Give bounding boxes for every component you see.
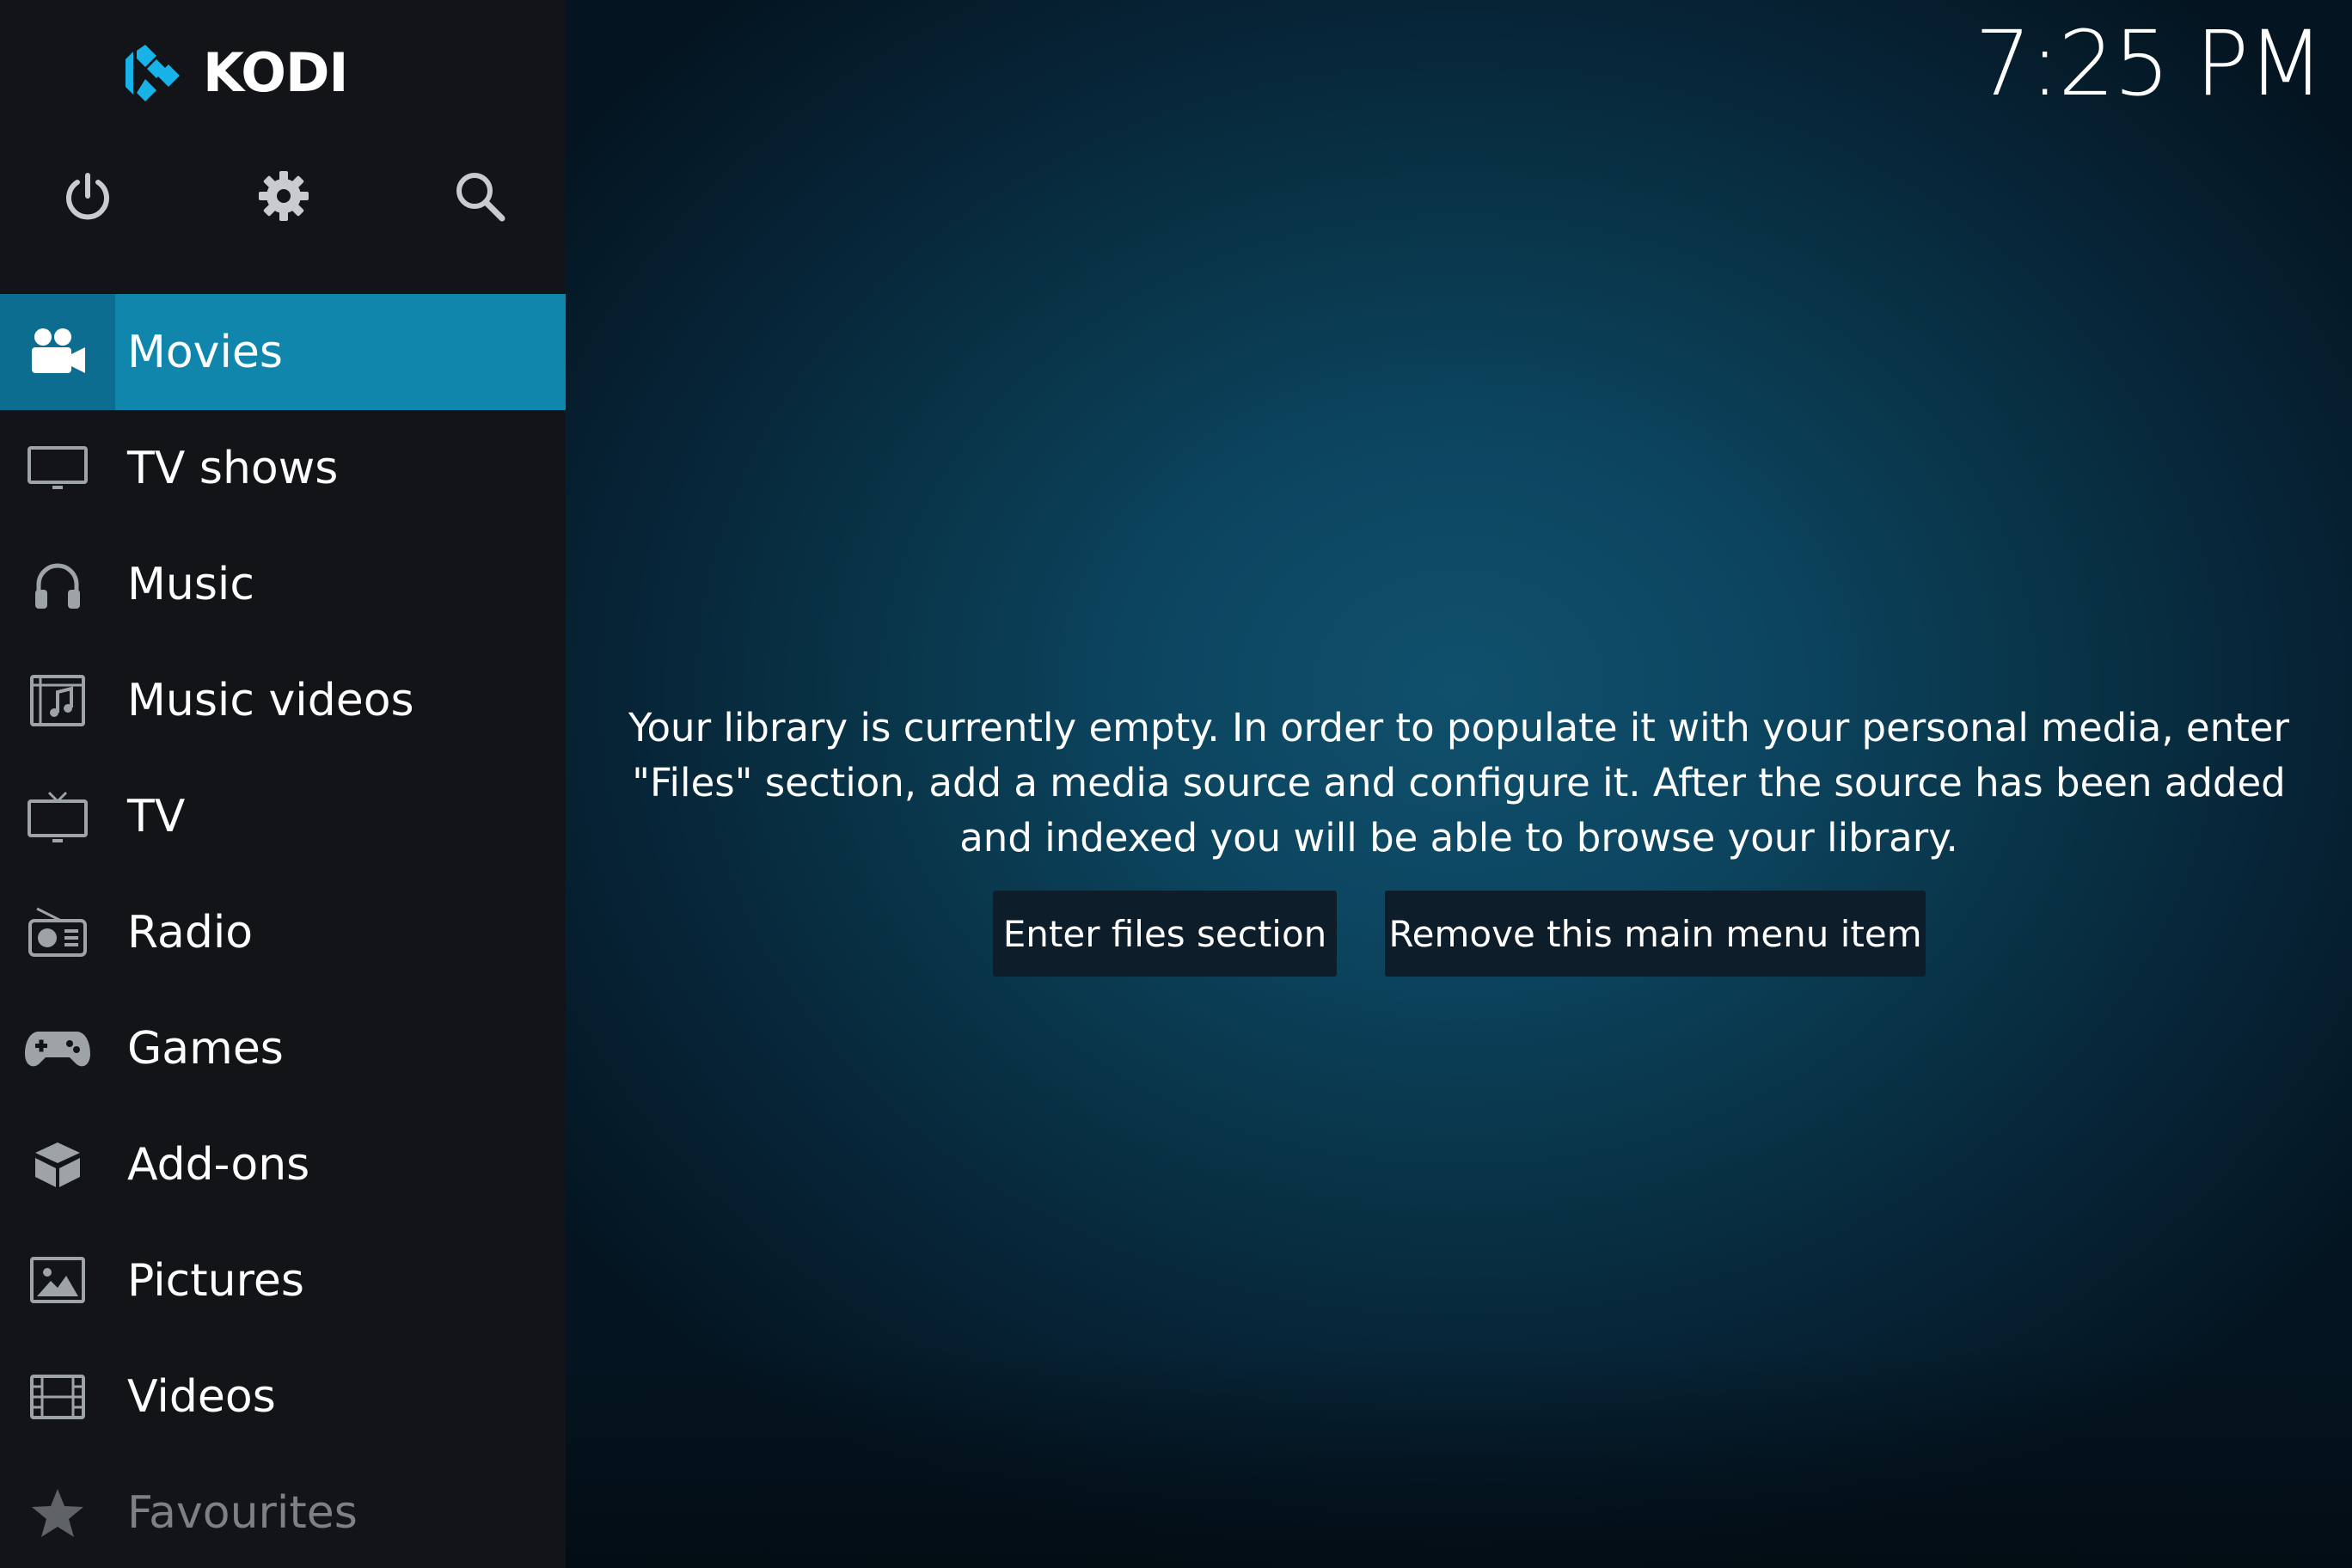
menu-item-label: Favourites [127, 1486, 358, 1539]
menu-item-pictures[interactable]: Pictures [0, 1222, 566, 1338]
bottom-shade [566, 1344, 2352, 1568]
film-icon [30, 1374, 85, 1419]
power-button[interactable] [46, 155, 129, 237]
menu-item-movies[interactable]: Movies [0, 294, 566, 410]
menu-item-games[interactable]: Games [0, 990, 566, 1106]
clock: 7:25 PM [1974, 11, 2324, 116]
kodi-home-screen: KODI Movies TV shows Music Music videos … [0, 0, 2352, 1568]
menu-item-label: Movies [127, 326, 283, 378]
enter-files-button[interactable]: Enter files section [993, 891, 1337, 977]
menu-item-music[interactable]: Music [0, 526, 566, 642]
movie-camera-icon [32, 328, 85, 373]
power-icon [66, 173, 109, 220]
menu-item-label: Radio [127, 906, 254, 959]
addons-box-icon [35, 1142, 80, 1187]
music-video-icon [30, 674, 85, 726]
menu-item-label: TV [127, 790, 186, 842]
empty-library-message: Your library is currently empty. In orde… [628, 705, 2289, 861]
action-buttons: Enter files section Remove this main men… [993, 891, 1926, 977]
menu-item-videos[interactable]: Videos [0, 1338, 566, 1455]
menu-item-label: Music videos [127, 674, 414, 726]
kodi-logo-icon [126, 45, 180, 101]
picture-icon [30, 1256, 85, 1303]
gamepad-icon [25, 1031, 90, 1066]
menu-item-label: Games [127, 1022, 284, 1075]
headphones-icon [35, 563, 80, 609]
menu-item-tv-shows[interactable]: TV shows [0, 410, 566, 526]
sidebar: KODI Movies TV shows Music Music videos … [0, 0, 566, 1568]
menu-item-favourites[interactable]: Favourites [0, 1455, 566, 1568]
menu-item-label: Videos [127, 1370, 276, 1423]
remove-menu-item-button[interactable]: Remove this main menu item [1385, 891, 1926, 977]
monitor-icon [28, 445, 88, 489]
menu-item-label: Add-ons [127, 1138, 310, 1191]
kodi-logo: KODI [108, 34, 348, 112]
radio-icon [28, 907, 87, 957]
menu-item-label: Pictures [127, 1254, 304, 1307]
settings-button[interactable] [242, 155, 325, 237]
tv-icon [28, 791, 88, 842]
logo-text: KODI [203, 41, 348, 104]
menu-item-music-videos[interactable]: Music videos [0, 642, 566, 758]
star-icon [32, 1488, 83, 1537]
menu-item-tv[interactable]: TV [0, 758, 566, 874]
gear-icon [259, 171, 309, 221]
main-menu: Movies TV shows Music Music videos TV Ra… [0, 294, 566, 1568]
menu-item-label: TV shows [127, 442, 339, 494]
menu-item-add-ons[interactable]: Add-ons [0, 1106, 566, 1222]
search-button[interactable] [438, 155, 521, 237]
menu-item-radio[interactable]: Radio [0, 874, 566, 990]
search-icon [456, 173, 505, 222]
menu-item-label: Music [127, 558, 254, 610]
